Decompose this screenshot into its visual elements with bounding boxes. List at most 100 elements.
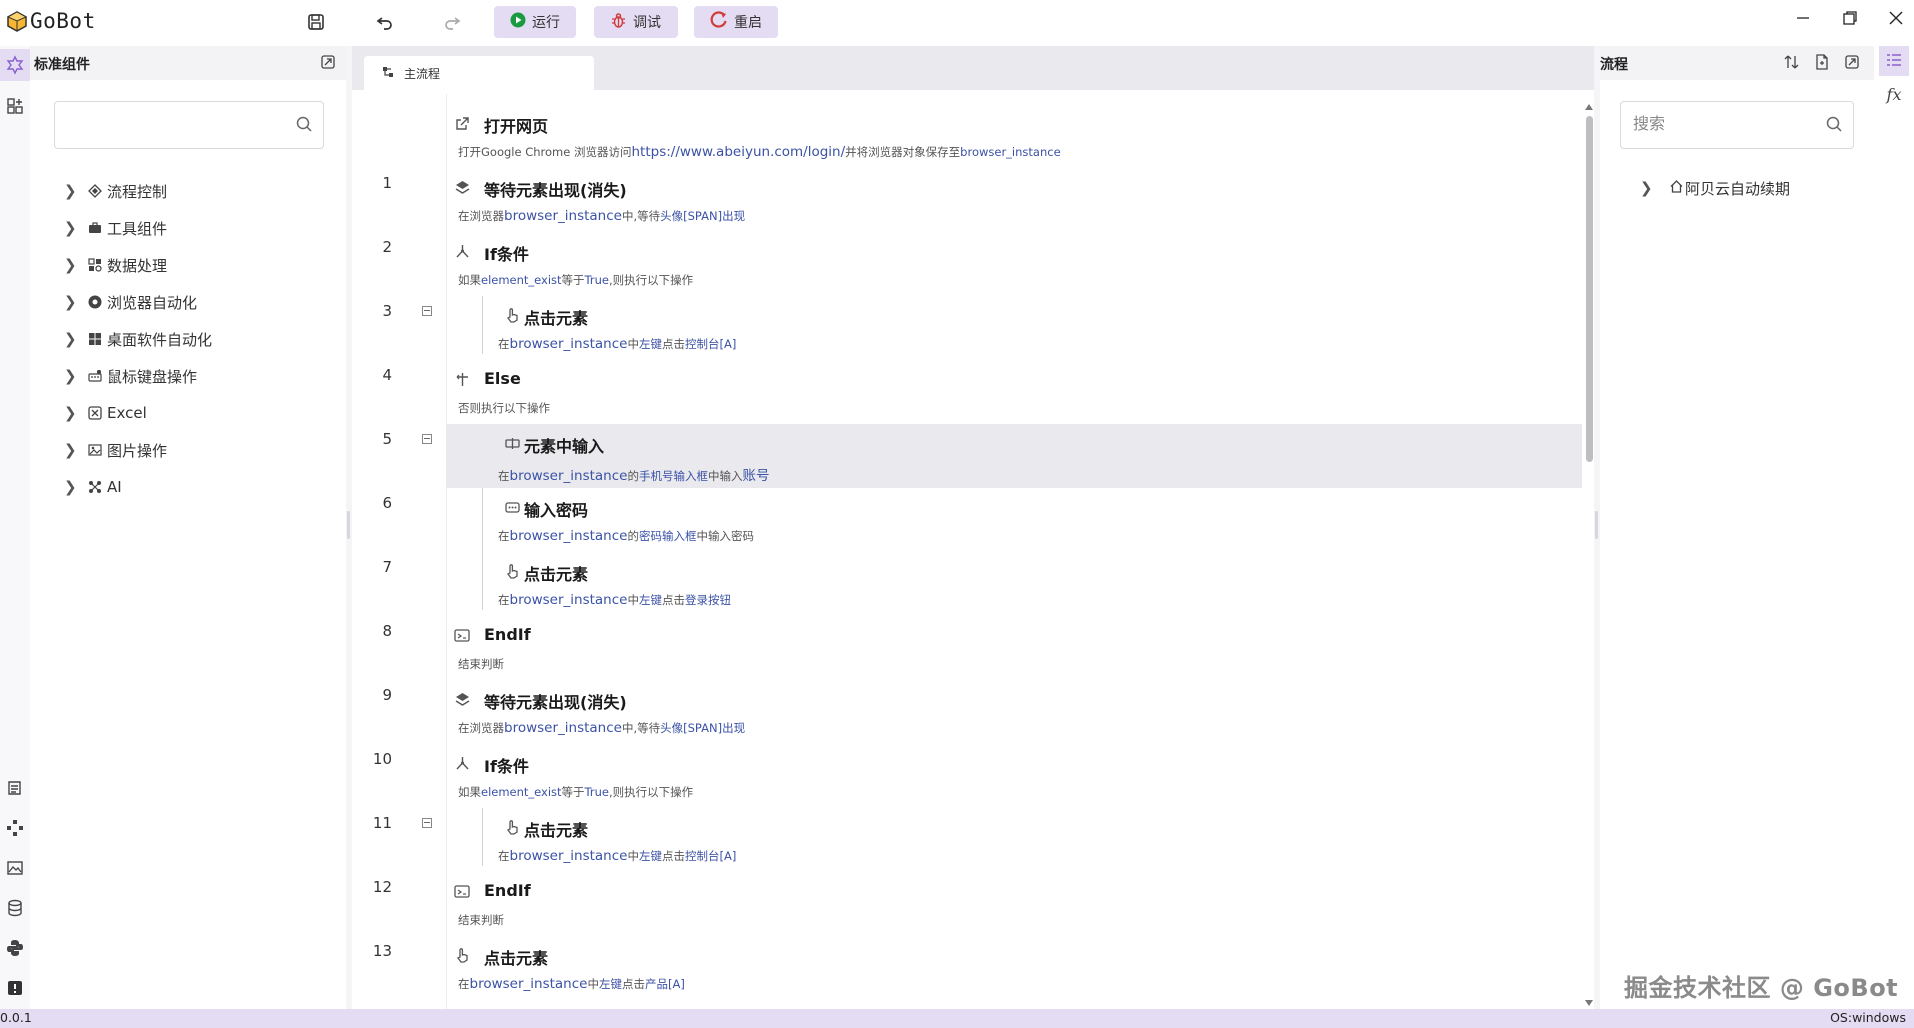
step-click-element[interactable]: 点击元素 在browser_instance中左键点击产品[A] <box>446 936 1582 1000</box>
step-description: 在浏览器browser_instance中,等待头像[SPAN]出现 <box>458 720 746 736</box>
flow-item[interactable]: ❯ 阿贝云自动续期 <box>1640 175 1790 201</box>
editor-scrollbar[interactable] <box>1584 102 1594 1009</box>
category-flow-control[interactable]: ❯ 流程控制 <box>64 178 167 204</box>
windows-icon <box>86 332 104 346</box>
line-number: 13 <box>372 942 392 960</box>
line-number: 4 <box>382 366 392 384</box>
line-number: 11 <box>372 814 392 832</box>
category-tools[interactable]: ❯ 工具组件 <box>64 215 167 241</box>
step-input-element[interactable]: 元素中输入 在browser_instance的手机号输入框中输入账号 <box>446 424 1582 488</box>
click-icon <box>504 563 520 579</box>
category-data-processing[interactable]: ❯ 数据处理 <box>64 252 167 278</box>
step-endif[interactable]: EndIf 结束判断 <box>446 616 1582 680</box>
step-description: 如果element_exist等于True,则执行以下操作 <box>458 785 694 799</box>
database-icon[interactable] <box>0 892 30 924</box>
restart-button[interactable]: 重启 <box>694 6 778 38</box>
line-number: 5 <box>382 430 392 448</box>
restore-icon[interactable] <box>1830 0 1870 36</box>
step-description: 在browser_instance的密码输入框中输入密码 <box>498 528 754 544</box>
redo-icon[interactable] <box>437 7 467 37</box>
step-title: EndIf <box>484 625 531 644</box>
step-title: 元素中输入 <box>524 437 605 456</box>
image-library-icon[interactable] <box>0 852 30 884</box>
category-ai[interactable]: ❯ AI <box>64 474 122 500</box>
minimize-icon[interactable] <box>1783 0 1823 36</box>
flow-list-icon[interactable] <box>1879 46 1909 76</box>
step-click-element[interactable]: 点击元素 在browser_instance中左键点击登录按钮 <box>446 552 1582 616</box>
new-file-icon[interactable] <box>1814 54 1830 74</box>
collapse-panel-icon[interactable] <box>320 54 336 74</box>
endif-icon <box>454 627 470 643</box>
function-icon[interactable]: fx <box>1882 82 1906 106</box>
category-label: 图片操作 <box>107 441 168 460</box>
step-if-condition[interactable]: If条件 如果element_exist等于True,则执行以下操作 <box>446 232 1582 296</box>
tab-main-flow[interactable]: 主流程 <box>364 56 594 90</box>
components-icon[interactable] <box>0 49 30 81</box>
save-icon[interactable] <box>301 7 331 37</box>
category-image[interactable]: ❯ 图片操作 <box>64 437 167 463</box>
step-endif[interactable]: EndIf 结束判断 <box>446 872 1582 936</box>
line-number: 12 <box>372 878 392 896</box>
components-panel: 标准组件 ❯ 流程控制 ❯ 工具组件 ❯ 数据处理 ❯ 浏览器自动化 ❯ 桌面软… <box>30 46 346 1009</box>
collapse-panel-icon[interactable] <box>1844 54 1860 74</box>
line-number: 8 <box>382 622 392 640</box>
category-browser-automation[interactable]: ❯ 浏览器自动化 <box>64 289 197 315</box>
components-panel-header: 标准组件 <box>30 46 346 80</box>
wait-element-icon <box>454 179 470 195</box>
run-label: 运行 <box>532 15 560 31</box>
step-else[interactable]: Else 否则执行以下操作 <box>446 360 1582 424</box>
else-icon <box>454 371 470 387</box>
step-wait-element[interactable]: 等待元素出现(消失) 在浏览器browser_instance中,等待头像[SP… <box>446 168 1582 232</box>
step-click-element[interactable]: 点击元素 在browser_instance中左键点击控制台[A] <box>446 808 1582 872</box>
input-element-icon <box>504 435 520 451</box>
step-description: 在browser_instance中左键点击控制台[A] <box>498 336 737 352</box>
step-wait-element[interactable]: 等待元素出现(消失) 在浏览器browser_instance中,等待头像[SP… <box>446 680 1582 744</box>
category-keyboard-mouse[interactable]: ❯ 鼠标键盘操作 <box>64 363 197 389</box>
sort-icon[interactable] <box>1784 54 1800 74</box>
branch-icon <box>454 243 470 259</box>
right-activity-bar: fx <box>1874 46 1914 1009</box>
excel-icon <box>86 406 104 420</box>
element-library-icon[interactable] <box>0 812 30 844</box>
fold-toggle-icon[interactable] <box>422 306 432 316</box>
step-list: 打开网页 打开Google Chrome 浏览器访问https://www.ab… <box>446 104 1582 1009</box>
category-excel[interactable]: ❯ Excel <box>64 400 147 426</box>
scroll-down-icon[interactable] <box>1585 1000 1593 1006</box>
log-icon[interactable] <box>0 772 30 804</box>
step-title: EndIf <box>484 881 531 900</box>
run-button[interactable]: 运行 <box>494 6 576 38</box>
flow-panel-title: 流程 <box>1600 57 1628 73</box>
category-label: 桌面软件自动化 <box>107 330 213 349</box>
python-icon[interactable] <box>0 932 30 964</box>
chevron-right-icon: ❯ <box>1640 179 1653 197</box>
step-title: 点击元素 <box>524 821 589 840</box>
category-desktop-automation[interactable]: ❯ 桌面软件自动化 <box>64 326 212 352</box>
component-search-input[interactable] <box>65 102 289 148</box>
step-title: If条件 <box>484 757 529 776</box>
restart-icon <box>710 11 728 33</box>
toolbox-icon <box>86 221 104 235</box>
plugins-icon[interactable] <box>0 90 30 122</box>
step-open-webpage[interactable]: 打开网页 打开Google Chrome 浏览器访问https://www.ab… <box>446 104 1582 168</box>
step-click-element[interactable]: 点击元素 在browser_instance中左键点击控制台[A] <box>446 296 1582 360</box>
search-icon[interactable] <box>1826 116 1843 137</box>
flow-search-input[interactable] <box>1631 102 1815 148</box>
step-input-password[interactable]: 输入密码 在browser_instance的密码输入框中输入密码 <box>446 488 1582 552</box>
category-label: AI <box>107 478 122 496</box>
tab-label: 主流程 <box>404 66 441 81</box>
line-number: 9 <box>382 686 392 704</box>
debug-button[interactable]: 调试 <box>594 6 678 38</box>
data-processing-icon <box>86 258 104 272</box>
step-if-condition[interactable]: If条件 如果element_exist等于True,则执行以下操作 <box>446 744 1582 808</box>
close-icon[interactable] <box>1876 0 1914 36</box>
open-link-icon <box>454 115 470 131</box>
info-icon[interactable] <box>0 972 30 1004</box>
step-description: 在浏览器browser_instance中,等待头像[SPAN]出现 <box>458 208 746 224</box>
scrollbar-thumb[interactable] <box>1586 116 1593 462</box>
fold-toggle-icon[interactable] <box>422 818 432 828</box>
search-icon[interactable] <box>296 116 313 137</box>
home-icon <box>1670 179 1683 197</box>
undo-icon[interactable] <box>370 7 400 37</box>
scroll-up-icon[interactable] <box>1585 104 1593 110</box>
fold-toggle-icon[interactable] <box>422 434 432 444</box>
